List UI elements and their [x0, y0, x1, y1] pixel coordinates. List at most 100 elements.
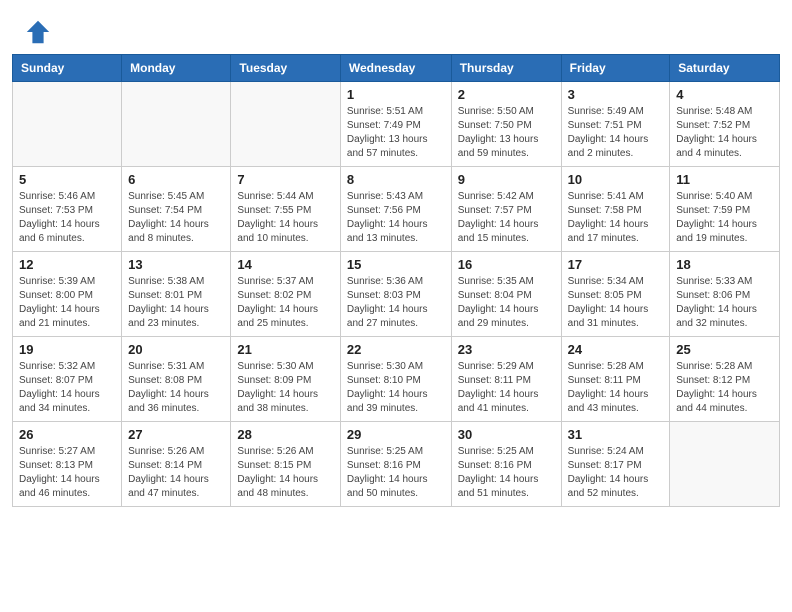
day-number: 18 — [676, 257, 773, 272]
day-number: 24 — [568, 342, 664, 357]
day-number: 2 — [458, 87, 555, 102]
weekday-header-saturday: Saturday — [670, 55, 780, 82]
day-number: 7 — [237, 172, 333, 187]
calendar-cell: 8 Sunrise: 5:43 AMSunset: 7:56 PMDaylight… — [340, 167, 451, 252]
day-info: Sunrise: 5:48 AMSunset: 7:52 PMDaylight:… — [676, 105, 773, 161]
day-info: Sunrise: 5:34 AMSunset: 8:05 PMDaylight:… — [568, 275, 664, 331]
day-number: 23 — [458, 342, 555, 357]
day-info: Sunrise: 5:49 AMSunset: 7:51 PMDaylight:… — [568, 105, 664, 161]
calendar-cell: 22 Sunrise: 5:30 AMSunset: 8:10 PMDayligh… — [340, 337, 451, 422]
day-number: 1 — [347, 87, 445, 102]
calendar-week-row: 1 Sunrise: 5:51 AMSunset: 7:49 PMDaylight… — [13, 82, 780, 167]
weekday-header-thursday: Thursday — [451, 55, 561, 82]
day-info: Sunrise: 5:29 AMSunset: 8:11 PMDaylight:… — [458, 360, 555, 416]
day-number: 15 — [347, 257, 445, 272]
calendar-cell — [122, 82, 231, 167]
calendar-wrapper: SundayMondayTuesdayWednesdayThursdayFrid… — [0, 54, 792, 519]
day-number: 5 — [19, 172, 115, 187]
day-info: Sunrise: 5:28 AMSunset: 8:12 PMDaylight:… — [676, 360, 773, 416]
day-number: 17 — [568, 257, 664, 272]
calendar-cell — [13, 82, 122, 167]
calendar-cell: 5 Sunrise: 5:46 AMSunset: 7:53 PMDaylight… — [13, 167, 122, 252]
day-info: Sunrise: 5:44 AMSunset: 7:55 PMDaylight:… — [237, 190, 333, 246]
day-info: Sunrise: 5:43 AMSunset: 7:56 PMDaylight:… — [347, 190, 445, 246]
weekday-header-wednesday: Wednesday — [340, 55, 451, 82]
calendar-week-row: 19Sunrise: 5:32 AMSunset: 8:07 PMDayligh… — [13, 337, 780, 422]
calendar-cell: 4 Sunrise: 5:48 AMSunset: 7:52 PMDaylight… — [670, 82, 780, 167]
day-number: 8 — [347, 172, 445, 187]
day-info: Sunrise: 5:32 AMSunset: 8:07 PMDaylight:… — [19, 360, 115, 416]
day-info: Sunrise: 5:27 AMSunset: 8:13 PMDaylight:… — [19, 445, 115, 501]
calendar-cell: 7 Sunrise: 5:44 AMSunset: 7:55 PMDaylight… — [231, 167, 340, 252]
day-info: Sunrise: 5:46 AMSunset: 7:53 PMDaylight:… — [19, 190, 115, 246]
calendar-cell: 30Sunrise: 5:25 AMSunset: 8:16 PMDayligh… — [451, 422, 561, 507]
day-number: 22 — [347, 342, 445, 357]
calendar-cell: 26 Sunrise: 5:27 AMSunset: 8:13 PMDayligh… — [13, 422, 122, 507]
weekday-header-row: SundayMondayTuesdayWednesdayThursdayFrid… — [13, 55, 780, 82]
calendar-cell: 27 Sunrise: 5:26 AMSunset: 8:14 PMDayligh… — [122, 422, 231, 507]
calendar-cell — [231, 82, 340, 167]
calendar-cell: 23 Sunrise: 5:29 AMSunset: 8:11 PMDayligh… — [451, 337, 561, 422]
day-number: 26 — [19, 427, 115, 442]
day-number: 14 — [237, 257, 333, 272]
day-number: 3 — [568, 87, 664, 102]
weekday-header-sunday: Sunday — [13, 55, 122, 82]
calendar-cell: 6 Sunrise: 5:45 AMSunset: 7:54 PMDaylight… — [122, 167, 231, 252]
day-number: 20 — [128, 342, 224, 357]
calendar-cell: 25 Sunrise: 5:28 AMSunset: 8:12 PMDayligh… — [670, 337, 780, 422]
calendar-cell: 11 Sunrise: 5:40 AMSunset: 7:59 PMDayligh… — [670, 167, 780, 252]
day-info: Sunrise: 5:25 AMSunset: 8:16 PMDaylight:… — [458, 445, 555, 501]
calendar-cell: 19Sunrise: 5:32 AMSunset: 8:07 PMDayligh… — [13, 337, 122, 422]
calendar-cell: 12Sunrise: 5:39 AMSunset: 8:00 PMDayligh… — [13, 252, 122, 337]
calendar-cell: 1 Sunrise: 5:51 AMSunset: 7:49 PMDaylight… — [340, 82, 451, 167]
day-info: Sunrise: 5:42 AMSunset: 7:57 PMDaylight:… — [458, 190, 555, 246]
day-number: 9 — [458, 172, 555, 187]
day-number: 25 — [676, 342, 773, 357]
day-info: Sunrise: 5:37 AMSunset: 8:02 PMDaylight:… — [237, 275, 333, 331]
weekday-header-friday: Friday — [561, 55, 670, 82]
calendar-week-row: 12Sunrise: 5:39 AMSunset: 8:00 PMDayligh… — [13, 252, 780, 337]
calendar-table: SundayMondayTuesdayWednesdayThursdayFrid… — [12, 54, 780, 507]
calendar-cell: 16 Sunrise: 5:35 AMSunset: 8:04 PMDayligh… — [451, 252, 561, 337]
calendar-cell: 20 Sunrise: 5:31 AMSunset: 8:08 PMDayligh… — [122, 337, 231, 422]
calendar-cell — [670, 422, 780, 507]
calendar-cell: 18Sunrise: 5:33 AMSunset: 8:06 PMDayligh… — [670, 252, 780, 337]
calendar-cell: 13 Sunrise: 5:38 AMSunset: 8:01 PMDayligh… — [122, 252, 231, 337]
day-info: Sunrise: 5:40 AMSunset: 7:59 PMDaylight:… — [676, 190, 773, 246]
logo — [24, 18, 56, 46]
day-number: 27 — [128, 427, 224, 442]
day-info: Sunrise: 5:26 AMSunset: 8:14 PMDaylight:… — [128, 445, 224, 501]
weekday-header-monday: Monday — [122, 55, 231, 82]
day-number: 10 — [568, 172, 664, 187]
day-info: Sunrise: 5:26 AMSunset: 8:15 PMDaylight:… — [237, 445, 333, 501]
day-info: Sunrise: 5:30 AMSunset: 8:10 PMDaylight:… — [347, 360, 445, 416]
day-number: 29 — [347, 427, 445, 442]
day-number: 6 — [128, 172, 224, 187]
calendar-cell: 10 Sunrise: 5:41 AMSunset: 7:58 PMDayligh… — [561, 167, 670, 252]
calendar-week-row: 26 Sunrise: 5:27 AMSunset: 8:13 PMDayligh… — [13, 422, 780, 507]
day-number: 11 — [676, 172, 773, 187]
calendar-cell: 21Sunrise: 5:30 AMSunset: 8:09 PMDayligh… — [231, 337, 340, 422]
day-number: 4 — [676, 87, 773, 102]
day-number: 16 — [458, 257, 555, 272]
day-number: 12 — [19, 257, 115, 272]
calendar-cell: 2Sunrise: 5:50 AMSunset: 7:50 PMDaylight… — [451, 82, 561, 167]
day-info: Sunrise: 5:51 AMSunset: 7:49 PMDaylight:… — [347, 105, 445, 161]
calendar-cell: 31Sunrise: 5:24 AMSunset: 8:17 PMDayligh… — [561, 422, 670, 507]
day-info: Sunrise: 5:38 AMSunset: 8:01 PMDaylight:… — [128, 275, 224, 331]
calendar-cell: 14 Sunrise: 5:37 AMSunset: 8:02 PMDayligh… — [231, 252, 340, 337]
day-info: Sunrise: 5:45 AMSunset: 7:54 PMDaylight:… — [128, 190, 224, 246]
calendar-cell: 24 Sunrise: 5:28 AMSunset: 8:11 PMDayligh… — [561, 337, 670, 422]
day-number: 13 — [128, 257, 224, 272]
calendar-cell: 17 Sunrise: 5:34 AMSunset: 8:05 PMDayligh… — [561, 252, 670, 337]
day-number: 21 — [237, 342, 333, 357]
day-info: Sunrise: 5:36 AMSunset: 8:03 PMDaylight:… — [347, 275, 445, 331]
calendar-cell: 3 Sunrise: 5:49 AMSunset: 7:51 PMDaylight… — [561, 82, 670, 167]
day-info: Sunrise: 5:31 AMSunset: 8:08 PMDaylight:… — [128, 360, 224, 416]
day-info: Sunrise: 5:28 AMSunset: 8:11 PMDaylight:… — [568, 360, 664, 416]
day-info: Sunrise: 5:41 AMSunset: 7:58 PMDaylight:… — [568, 190, 664, 246]
logo-icon — [24, 18, 52, 46]
calendar-week-row: 5 Sunrise: 5:46 AMSunset: 7:53 PMDaylight… — [13, 167, 780, 252]
day-info: Sunrise: 5:35 AMSunset: 8:04 PMDaylight:… — [458, 275, 555, 331]
day-number: 31 — [568, 427, 664, 442]
